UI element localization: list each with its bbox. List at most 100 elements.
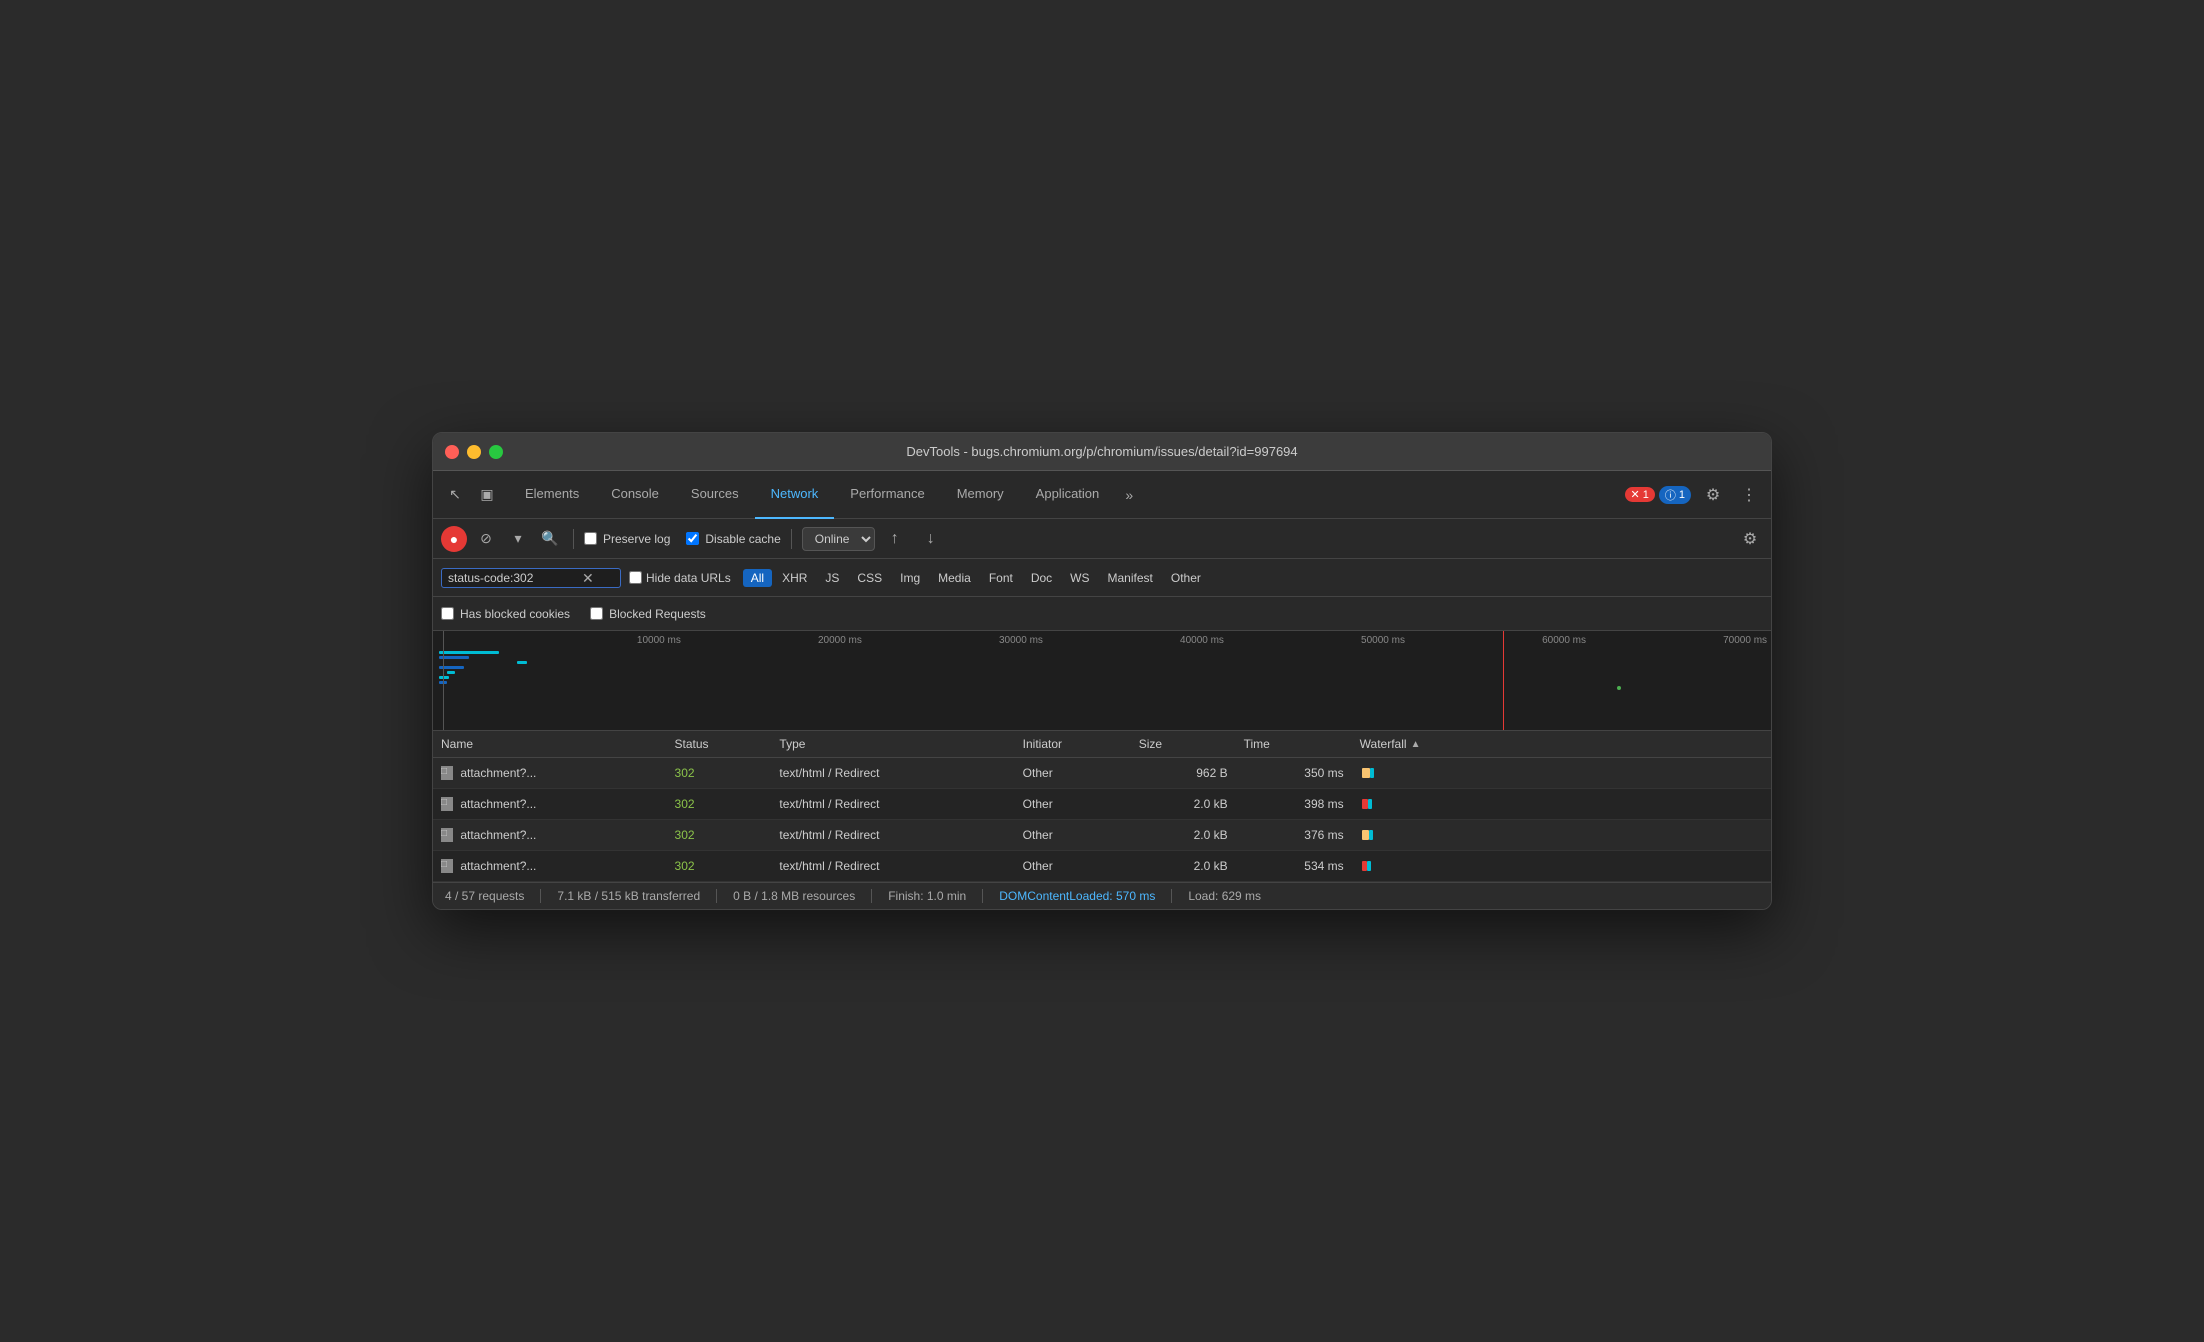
- error-badge[interactable]: ✕ 1: [1625, 487, 1655, 502]
- col-header-status[interactable]: Status: [667, 731, 772, 758]
- timeline-labels: 10000 ms 20000 ms 30000 ms 40000 ms 5000…: [433, 635, 1771, 646]
- disable-cache-input[interactable]: [686, 532, 699, 545]
- checkbox-filters: Has blocked cookies Blocked Requests: [433, 597, 1771, 631]
- table-row[interactable]: □ attachment?... 302 text/html / Redirec…: [433, 758, 1771, 789]
- minimize-button[interactable]: [467, 445, 481, 459]
- waterfall-header-label: Waterfall: [1360, 737, 1407, 751]
- type-filter-css[interactable]: CSS: [849, 569, 890, 587]
- tab-memory[interactable]: Memory: [941, 471, 1020, 519]
- stop-button[interactable]: ⊘: [473, 526, 499, 552]
- waterfall-timeline: 10000 ms 20000 ms 30000 ms 40000 ms 5000…: [433, 631, 1771, 731]
- tab-sources[interactable]: Sources: [675, 471, 755, 519]
- type-filter-other[interactable]: Other: [1163, 569, 1209, 587]
- timeline-label-0: 10000 ms: [433, 635, 685, 646]
- timeline-label-2: 30000 ms: [866, 635, 1047, 646]
- filter-button[interactable]: ▾: [505, 526, 531, 552]
- tab-console[interactable]: Console: [595, 471, 675, 519]
- col-header-waterfall[interactable]: Waterfall ▲: [1352, 731, 1771, 758]
- waterfall-bar-container: [1360, 763, 1560, 783]
- col-header-name[interactable]: Name: [433, 731, 667, 758]
- col-header-time[interactable]: Time: [1236, 731, 1352, 758]
- timeline-green-dot: [1617, 686, 1621, 690]
- hide-data-urls-input[interactable]: [629, 571, 642, 584]
- devtools-window: DevTools - bugs.chromium.org/p/chromium/…: [432, 432, 1772, 910]
- window-title: DevTools - bugs.chromium.org/p/chromium/…: [906, 444, 1297, 459]
- network-settings-button[interactable]: ⚙: [1737, 526, 1763, 552]
- upload-button[interactable]: ↑: [881, 525, 909, 553]
- toolbar-divider-2: [791, 529, 792, 549]
- table-row[interactable]: □ attachment?... 302 text/html / Redirec…: [433, 789, 1771, 820]
- disable-cache-checkbox[interactable]: Disable cache: [686, 532, 780, 546]
- search-button[interactable]: 🔍: [537, 526, 563, 552]
- hide-data-urls-checkbox[interactable]: Hide data URLs: [629, 571, 731, 585]
- close-button[interactable]: [445, 445, 459, 459]
- tab-network[interactable]: Network: [755, 471, 835, 519]
- cell-size: 962 B: [1131, 758, 1236, 789]
- cell-size: 2.0 kB: [1131, 789, 1236, 820]
- type-filter-manifest[interactable]: Manifest: [1100, 569, 1161, 587]
- toolbar-divider-1: [573, 529, 574, 549]
- upload-download: ↑ ↓: [881, 525, 945, 553]
- maximize-button[interactable]: [489, 445, 503, 459]
- traffic-lights: [445, 445, 503, 459]
- type-filter-ws[interactable]: WS: [1062, 569, 1097, 587]
- table-row[interactable]: □ attachment?... 302 text/html / Redirec…: [433, 851, 1771, 882]
- settings-button[interactable]: ⚙: [1699, 481, 1727, 509]
- network-throttle-select[interactable]: Online: [802, 527, 875, 551]
- cell-name: □ attachment?...: [433, 789, 667, 820]
- tab-application[interactable]: Application: [1020, 471, 1116, 519]
- timeline-label-6: 70000 ms: [1590, 635, 1771, 646]
- error-icon: ✕: [1631, 488, 1640, 501]
- timeline-start-line: [443, 631, 444, 730]
- cell-status: 302: [667, 758, 772, 789]
- cell-name: □ attachment?...: [433, 851, 667, 882]
- blocked-requests-filter[interactable]: Blocked Requests: [590, 607, 706, 621]
- table-body: □ attachment?... 302 text/html / Redirec…: [433, 758, 1771, 882]
- devtools-body: ↖ ▣ Elements Console Sources Network Per…: [433, 471, 1771, 909]
- table-row[interactable]: □ attachment?... 302 text/html / Redirec…: [433, 820, 1771, 851]
- cell-initiator: Other: [1015, 820, 1131, 851]
- filter-input[interactable]: [448, 571, 578, 585]
- timeline-label-5: 60000 ms: [1409, 635, 1590, 646]
- has-blocked-cookies-filter[interactable]: Has blocked cookies: [441, 607, 570, 621]
- cell-waterfall: [1352, 820, 1771, 851]
- overflow-menu-button[interactable]: ⋮: [1735, 481, 1763, 509]
- col-header-type[interactable]: Type: [771, 731, 1014, 758]
- more-tabs-button[interactable]: »: [1115, 481, 1143, 509]
- type-filter-xhr[interactable]: XHR: [774, 569, 815, 587]
- filter-clear-button[interactable]: ✕: [582, 571, 594, 585]
- warn-badge[interactable]: ⓘ 1: [1659, 486, 1691, 504]
- cell-waterfall: [1352, 851, 1771, 882]
- cell-initiator: Other: [1015, 758, 1131, 789]
- type-filter-font[interactable]: Font: [981, 569, 1021, 587]
- type-filter-js[interactable]: JS: [817, 569, 847, 587]
- cell-status: 302: [667, 820, 772, 851]
- type-filter-all[interactable]: All: [743, 569, 772, 587]
- preserve-log-input[interactable]: [584, 532, 597, 545]
- cell-type: text/html / Redirect: [771, 820, 1014, 851]
- cell-time: 398 ms: [1236, 789, 1352, 820]
- preserve-log-checkbox[interactable]: Preserve log: [584, 532, 670, 546]
- devtools-tab-bar: ↖ ▣ Elements Console Sources Network Per…: [433, 471, 1771, 519]
- tab-performance[interactable]: Performance: [834, 471, 940, 519]
- timeline-label-1: 20000 ms: [685, 635, 866, 646]
- has-blocked-cookies-input[interactable]: [441, 607, 454, 620]
- col-header-size[interactable]: Size: [1131, 731, 1236, 758]
- tab-elements[interactable]: Elements: [509, 471, 595, 519]
- device-icon[interactable]: ▣: [473, 481, 501, 509]
- toolbar-checkboxes: Preserve log Disable cache: [584, 532, 781, 546]
- type-filter-img[interactable]: Img: [892, 569, 928, 587]
- type-filter-media[interactable]: Media: [930, 569, 979, 587]
- tabs-right: ✕ 1 ⓘ 1 ⚙ ⋮: [1625, 481, 1763, 509]
- col-header-initiator[interactable]: Initiator: [1015, 731, 1131, 758]
- record-button[interactable]: ●: [441, 526, 467, 552]
- download-button[interactable]: ↓: [917, 525, 945, 553]
- cell-type: text/html / Redirect: [771, 789, 1014, 820]
- titlebar: DevTools - bugs.chromium.org/p/chromium/…: [433, 433, 1771, 471]
- type-filter-doc[interactable]: Doc: [1023, 569, 1060, 587]
- cell-type: text/html / Redirect: [771, 851, 1014, 882]
- blocked-requests-input[interactable]: [590, 607, 603, 620]
- cell-initiator: Other: [1015, 789, 1131, 820]
- main-content: ● ⊘ ▾ 🔍 Preserve log Disable cache: [433, 519, 1771, 909]
- cursor-icon[interactable]: ↖: [441, 481, 469, 509]
